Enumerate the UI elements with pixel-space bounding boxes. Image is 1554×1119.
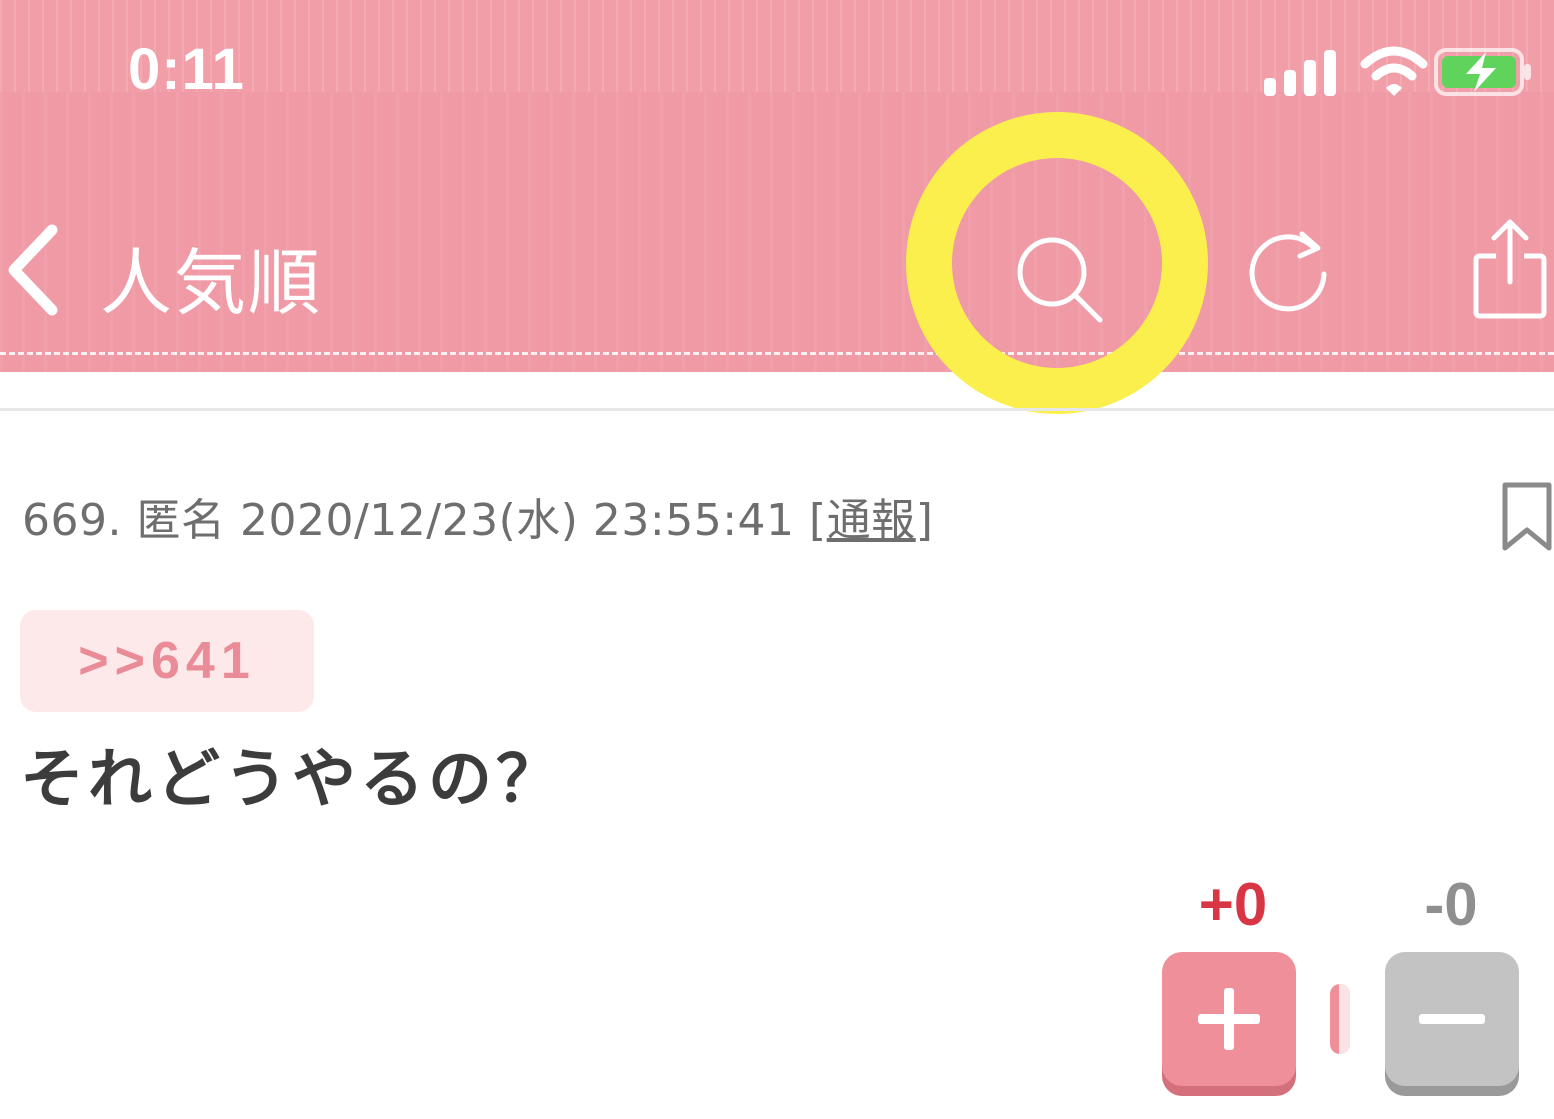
plus-icon [1198,988,1260,1050]
reply-anchor-label: >>641 [78,632,256,690]
page-title: 人気順 [100,241,323,325]
highlight-circle [906,112,1208,414]
report-bracket-close: ] [915,495,934,546]
status-bar: 0:11 [0,0,1554,102]
wifi-icon [1360,46,1428,96]
report-bracket-open: [ [809,495,827,546]
post-number: 669. [22,495,122,546]
cellular-signal-icon [1264,50,1336,96]
vote-ratio-bar [1330,984,1350,1054]
post-body: それどうやるの？ [20,743,564,817]
header-shadow-divider [0,408,1554,411]
minus-vote-button[interactable] [1385,952,1519,1086]
share-icon[interactable] [1470,216,1550,320]
bookmark-icon[interactable] [1500,480,1554,554]
battery-charging-icon [1434,48,1531,96]
report-link[interactable]: 通報 [827,495,916,546]
chevron-left-icon[interactable] [4,222,60,318]
minus-icon [1419,1014,1485,1024]
app-header: 0:11 人気順 [0,0,1554,372]
header-dashed-divider [0,352,1554,355]
plus-vote-button[interactable] [1162,952,1296,1086]
reply-anchor[interactable]: >>641 [20,610,314,712]
post-author: 匿名 [136,495,226,546]
post-meta: 669. 匿名 2020/12/23(水) 23:55:41 [通報] [22,484,933,548]
minus-vote-count: -0 [1424,871,1478,938]
post-datetime: 2020/12/23(水) 23:55:41 [239,495,795,546]
status-time: 0:11 [128,37,245,102]
plus-vote-count: +0 [1198,871,1268,938]
refresh-icon[interactable] [1244,226,1332,314]
